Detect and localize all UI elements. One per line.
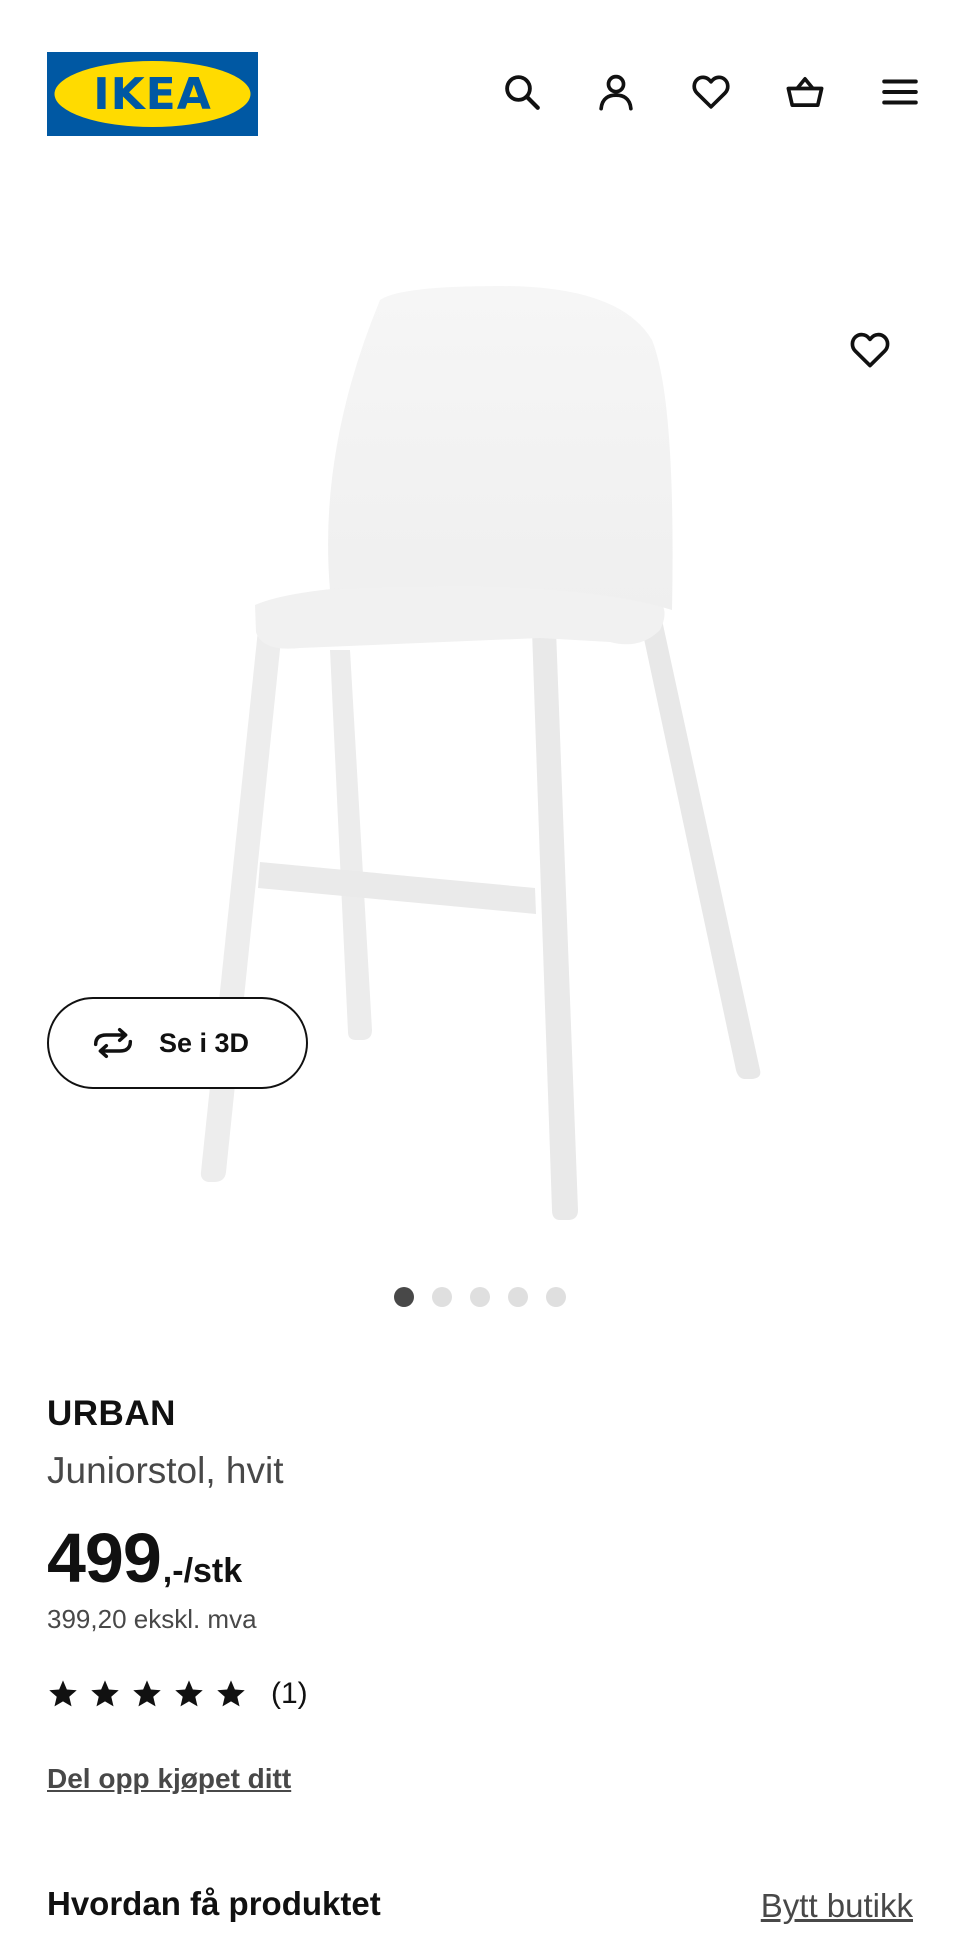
product-name: URBAN	[47, 1394, 176, 1433]
menu-button[interactable]	[876, 68, 924, 116]
view-in-3d-button[interactable]: Se i 3D	[47, 997, 308, 1089]
star-icon	[175, 1680, 203, 1707]
account-icon	[599, 74, 633, 111]
rating-count: (1)	[271, 1677, 308, 1710]
star-icon	[217, 1680, 245, 1707]
basket-button[interactable]	[781, 68, 829, 116]
star-icon	[91, 1680, 119, 1707]
carousel-dot-active[interactable]	[394, 1287, 414, 1307]
logo-wordmark: IKEA	[93, 68, 212, 120]
heart-icon	[850, 332, 890, 368]
save-to-favourites-button[interactable]	[846, 326, 894, 374]
account-button[interactable]	[592, 68, 640, 116]
change-store-link[interactable]: Bytt butikk	[761, 1887, 913, 1925]
price-ex-vat: 399,20 ekskl. mva	[47, 1604, 257, 1634]
image-carousel-dots	[0, 1287, 960, 1307]
rating-stars	[47, 1678, 247, 1710]
view-in-3d-label: Se i 3D	[159, 1027, 250, 1058]
price-amount: 499	[47, 1519, 162, 1597]
carousel-dot[interactable]	[470, 1287, 490, 1307]
menu-icon	[882, 79, 918, 105]
favourites-button[interactable]	[687, 68, 735, 116]
star-icon	[49, 1680, 77, 1707]
product-price: 499 ,-/stk	[47, 1518, 242, 1598]
product-description: Juniorstol, hvit	[47, 1450, 284, 1491]
split-payment-link[interactable]: Del opp kjøpet ditt	[47, 1763, 291, 1795]
carousel-dot[interactable]	[546, 1287, 566, 1307]
rotate-3d-icon	[93, 1027, 133, 1059]
basket-icon	[786, 77, 824, 107]
star-icon	[133, 1680, 161, 1707]
search-button[interactable]	[498, 68, 546, 116]
heart-icon	[692, 75, 730, 109]
product-rating[interactable]: (1)	[47, 1677, 308, 1711]
carousel-dot[interactable]	[508, 1287, 528, 1307]
fulfilment-title: Hvordan få produktet	[47, 1885, 381, 1922]
search-icon	[505, 75, 540, 110]
site-header: IKEA	[0, 0, 960, 190]
ikea-logo[interactable]: IKEA	[47, 52, 258, 136]
carousel-dot[interactable]	[432, 1287, 452, 1307]
price-unit: ,-/stk	[162, 1552, 243, 1590]
